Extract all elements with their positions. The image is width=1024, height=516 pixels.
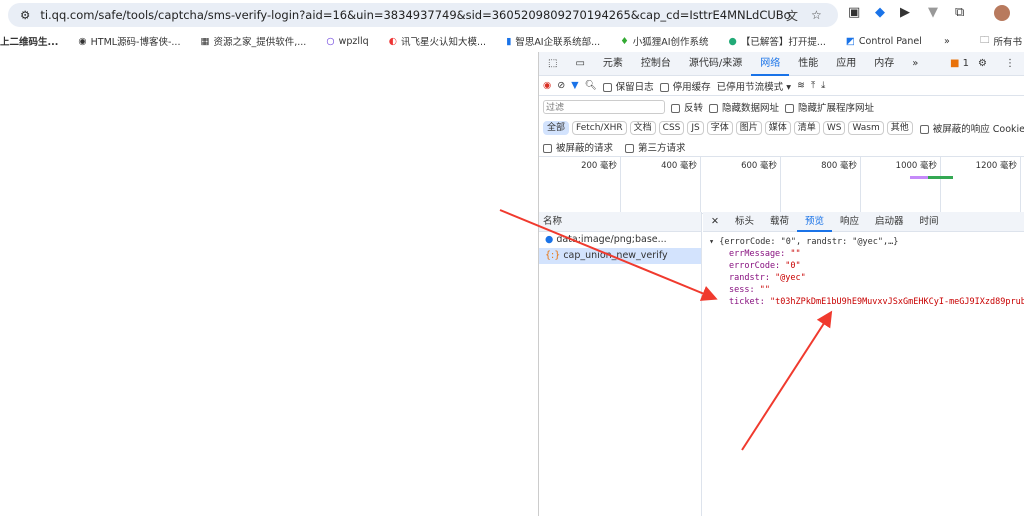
timeline-bar-waiting xyxy=(910,176,928,179)
extension-icon[interactable]: ▣ xyxy=(848,5,860,20)
tab-application[interactable]: 应用 xyxy=(827,52,865,76)
tab-headers[interactable]: 标头 xyxy=(727,212,762,232)
blocked-cookies-checkbox[interactable]: 被屏蔽的响应 Cookie xyxy=(919,121,1024,135)
network-conditions-icon[interactable]: ≋ xyxy=(797,80,805,91)
bookmark[interactable]: ◩ Control Panel xyxy=(846,36,922,47)
close-icon[interactable]: ✕ xyxy=(703,212,727,232)
all-bookmarks-folder[interactable]: 🗀 所有书 xyxy=(980,33,1022,49)
more-menu-icon[interactable]: ⋮ xyxy=(996,52,1024,76)
site-info-icon[interactable]: ⚙ xyxy=(20,8,30,22)
filter-input[interactable] xyxy=(543,100,665,114)
type-filter-font[interactable]: 字体 xyxy=(706,120,733,135)
bookmark[interactable]: ♦ 小狐狸AI创作系统 xyxy=(620,34,708,49)
json-field: randstr: "@yec" xyxy=(729,273,806,283)
type-filter-all[interactable]: 全部 xyxy=(543,120,570,135)
bookmark[interactable]: 上二维码生... xyxy=(0,34,58,48)
more-tabs-icon[interactable]: » xyxy=(903,52,927,76)
invert-checkbox[interactable]: 反转 xyxy=(671,100,703,114)
json-field: errMessage: "" xyxy=(729,249,801,259)
type-filter-img[interactable]: 图片 xyxy=(735,120,762,135)
timeline-tick: 1000 毫秒 xyxy=(861,157,941,215)
extension-icon[interactable]: ▶ xyxy=(900,5,910,20)
hide-extension-urls-checkbox[interactable]: 隐藏扩展程序网址 xyxy=(785,100,874,114)
bookmark[interactable]: ▦ 资源之家_提供软件,... xyxy=(200,34,306,49)
tab-response[interactable]: 响应 xyxy=(832,212,867,232)
request-row[interactable]: {:} cap_union_new_verify xyxy=(539,248,701,264)
type-filter-wasm[interactable]: Wasm xyxy=(848,120,884,135)
devtools-panel: ⬚ ▭ 元素 控制台 源代码/来源 网络 性能 应用 内存 » ■ 1 ⚙ ⋮ … xyxy=(538,52,1024,516)
name-column-header[interactable]: 名称 xyxy=(539,212,701,232)
device-toolbar-icon[interactable]: ▭ xyxy=(566,52,593,76)
tab-initiator[interactable]: 启动器 xyxy=(867,212,912,232)
request-row[interactable]: ● data:image/png;base... xyxy=(539,232,701,248)
preserve-log-checkbox[interactable]: 保留日志 xyxy=(602,79,654,93)
extension-icon[interactable]: ▼ xyxy=(928,5,938,20)
tab-sources[interactable]: 源代码/来源 xyxy=(680,52,751,76)
json-preview: ▾ {errorCode: "0", randstr: "@yec",…} er… xyxy=(703,232,1024,312)
timeline-tick: 800 毫秒 xyxy=(781,157,861,215)
type-filter-manifest[interactable]: 清单 xyxy=(793,120,820,135)
timeline-tick: 600 毫秒 xyxy=(701,157,781,215)
extension-icon[interactable]: ◆ xyxy=(875,5,885,20)
blocked-requests-checkbox[interactable]: 被屏蔽的请求 xyxy=(543,140,613,154)
tab-console[interactable]: 控制台 xyxy=(632,52,680,76)
inspect-icon[interactable]: ⬚ xyxy=(539,52,566,76)
issues-icon[interactable]: ■ 1 xyxy=(950,58,969,69)
type-filter-doc[interactable]: 文档 xyxy=(629,120,656,135)
json-field: errorCode: "0" xyxy=(729,261,801,271)
search-icon[interactable]: 🔍︎ xyxy=(585,80,597,91)
disable-cache-checkbox[interactable]: 停用缓存 xyxy=(659,79,711,93)
bookmark[interactable]: ◉ HTML源码-博客侠-... xyxy=(78,34,180,49)
tab-elements[interactable]: 元素 xyxy=(594,52,632,76)
bookmark[interactable]: ◐ 讯飞星火认知大模... xyxy=(389,34,486,49)
hide-data-urls-checkbox[interactable]: 隐藏数据网址 xyxy=(709,100,779,114)
tab-timing[interactable]: 时间 xyxy=(912,212,947,232)
tab-network[interactable]: 网络 xyxy=(751,52,790,76)
timeline-tick: 400 毫秒 xyxy=(621,157,701,215)
tab-payload[interactable]: 载荷 xyxy=(762,212,797,232)
timeline-tick: 200 毫秒 xyxy=(539,157,621,215)
throttle-select[interactable]: 已停用节流模式 ▾ xyxy=(717,79,791,93)
filter-icon[interactable]: ▼ xyxy=(571,80,578,91)
type-filter-css[interactable]: CSS xyxy=(658,120,685,135)
bookmark[interactable]: ▮ 智思AI企联系统部... xyxy=(506,34,600,49)
type-filter-other[interactable]: 其他 xyxy=(886,120,913,135)
clear-icon[interactable]: ⊘ xyxy=(557,80,565,91)
timeline-tick: 1200 毫秒 xyxy=(941,157,1021,215)
json-field: ticket: "t03hZPkDmE1bU9hE9MuvxvJSxGmEHKC… xyxy=(729,297,1024,307)
import-har-icon[interactable]: ⤒ xyxy=(811,80,815,91)
extensions-icon[interactable]: ⧉ xyxy=(955,5,964,20)
url-text[interactable]: ti.qq.com/safe/tools/captcha/sms-verify-… xyxy=(40,8,790,22)
third-party-checkbox[interactable]: 第三方请求 xyxy=(625,140,686,154)
bookmarks-bar: 上二维码生... ◉ HTML源码-博客侠-... ▦ 资源之家_提供软件,... … xyxy=(0,31,1024,51)
timeline-overview[interactable]: 200 毫秒 400 毫秒 600 毫秒 800 毫秒 1000 毫秒 1200… xyxy=(539,156,1024,215)
settings-icon[interactable]: ⚙ xyxy=(969,52,996,76)
json-field: sess: "" xyxy=(729,285,770,295)
json-root[interactable]: ▾ {errorCode: "0", randstr: "@yec",…} xyxy=(709,236,1018,248)
tab-performance[interactable]: 性能 xyxy=(789,52,827,76)
export-har-icon[interactable]: ⤓ xyxy=(821,80,825,91)
bookmark-star-icon[interactable]: ☆ xyxy=(811,8,822,22)
type-filter-ws[interactable]: WS xyxy=(822,120,846,135)
tab-memory[interactable]: 内存 xyxy=(865,52,903,76)
bookmark[interactable]: ○ wpzllq xyxy=(326,36,368,47)
avatar[interactable] xyxy=(994,5,1010,21)
translate-icon[interactable]: 文 xyxy=(786,7,798,24)
tab-preview[interactable]: 预览 xyxy=(797,212,833,232)
record-icon[interactable]: ◉ xyxy=(543,80,551,91)
timeline-bar-download xyxy=(928,176,953,179)
address-bar[interactable]: ⚙ ti.qq.com/safe/tools/captcha/sms-verif… xyxy=(8,3,838,27)
type-filter-media[interactable]: 媒体 xyxy=(764,120,791,135)
type-filter-js[interactable]: JS xyxy=(687,120,704,135)
bookmark[interactable]: ● 【已解答】打开提... xyxy=(729,34,826,49)
type-filter-xhr[interactable]: Fetch/XHR xyxy=(572,120,627,135)
more-bookmarks-button[interactable]: » xyxy=(944,36,950,47)
